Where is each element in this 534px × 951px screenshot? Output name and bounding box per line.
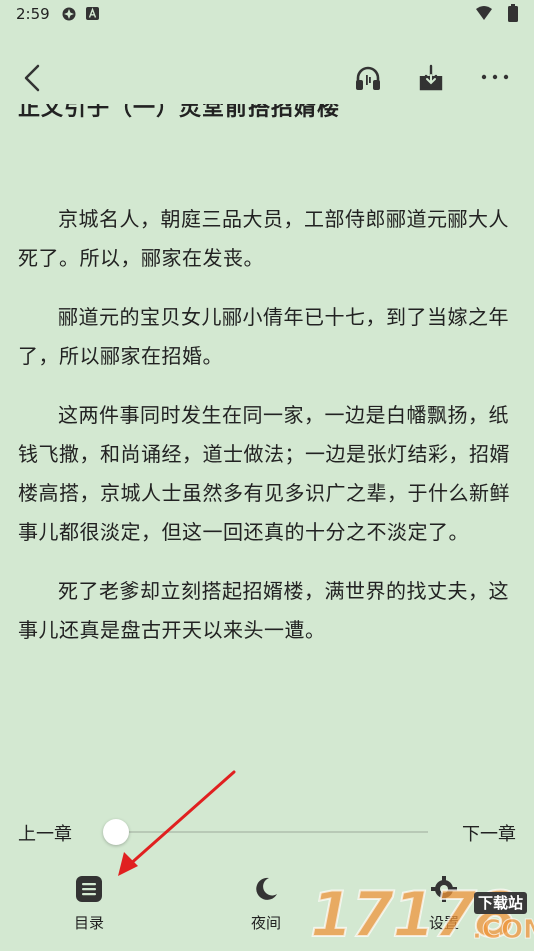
chapter-progress-thumb[interactable]	[103, 819, 129, 845]
status-bar: 2:59	[0, 0, 534, 30]
next-chapter-button[interactable]: 下一章	[462, 820, 516, 846]
paragraph: 京城名人，朝庭三品大员，工部侍郎郦道元郦大人死了。所以，郦家在发丧。	[18, 207, 509, 270]
reader-bottom-panel: 上一章 下一章 目录 夜间 设置	[0, 794, 534, 950]
chapter-title: 正文引子（一）灵堂前搭招婿楼	[18, 104, 341, 121]
back-arrow-icon[interactable]	[18, 62, 48, 94]
night-mode-button[interactable]: 夜间	[226, 876, 306, 938]
wifi-icon	[476, 6, 492, 20]
night-label: 夜间	[250, 914, 281, 932]
download-icon[interactable]	[418, 64, 444, 92]
status-time: 2:59	[16, 5, 50, 23]
headphones-icon[interactable]	[354, 65, 382, 93]
paragraph: 死了老爹却立刻搭起招婿楼，满世界的找丈夫，这事儿还真是盘古开天以来头一遭。	[18, 579, 509, 642]
settings-label: 设置	[428, 914, 459, 932]
battery-icon	[508, 4, 518, 22]
chapter-body: 京城名人，朝庭三品大员，工部侍郎郦道元郦大人死了。所以，郦家在发丧。 郦道元的宝…	[18, 200, 518, 670]
list-icon	[76, 876, 102, 902]
reading-content[interactable]: 正文引子（一）灵堂前搭招婿楼 京城名人，朝庭三品大员，工部侍郎郦道元郦大人死了。…	[0, 104, 534, 794]
moon-icon	[256, 877, 277, 900]
reader-toolbar	[0, 50, 534, 106]
chapter-progress-track[interactable]	[116, 831, 428, 833]
toc-button[interactable]: 目录	[49, 876, 129, 938]
gear-icon	[431, 876, 457, 902]
settings-button[interactable]: 设置	[404, 876, 484, 938]
font-icon	[86, 7, 99, 20]
toc-label: 目录	[73, 914, 104, 932]
vpn-icon	[62, 7, 76, 21]
prev-chapter-button[interactable]: 上一章	[18, 820, 72, 846]
paragraph: 郦道元的宝贝女儿郦小倩年已十七，到了当嫁之年了，所以郦家在招婚。	[18, 305, 509, 368]
paragraph: 这两件事同时发生在同一家，一边是白幡飘扬，纸钱飞撒，和尚诵经，道士做法；一边是张…	[18, 403, 510, 544]
more-icon[interactable]	[481, 72, 509, 82]
